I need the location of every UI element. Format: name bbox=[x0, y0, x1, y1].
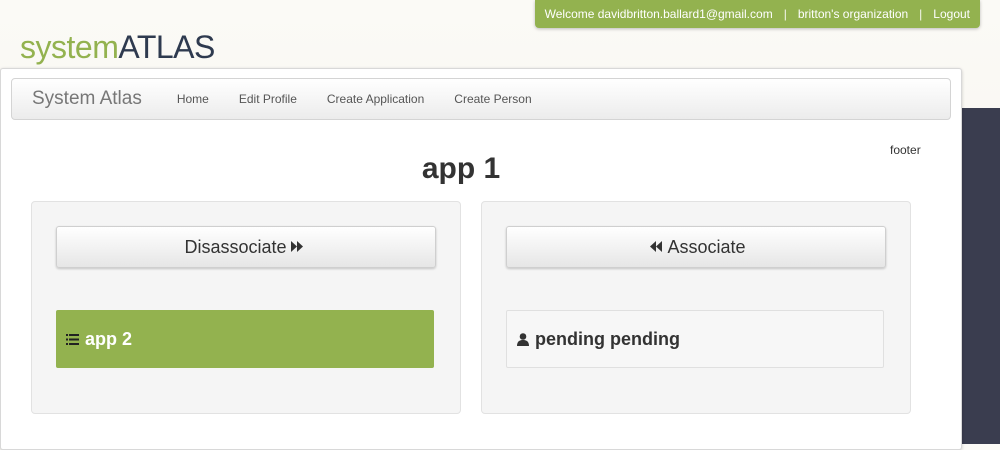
list-icon bbox=[66, 333, 79, 345]
list-item-label: app 2 bbox=[85, 328, 133, 349]
nav-home[interactable]: Home bbox=[177, 92, 209, 106]
available-column: Associate pending pending bbox=[481, 201, 911, 414]
disassociate-label: Disassociate bbox=[184, 236, 287, 257]
list-item-label: pending pending bbox=[535, 328, 680, 349]
nav-create-person[interactable]: Create Person bbox=[454, 92, 531, 106]
navbar: System Atlas Home Edit Profile Create Ap… bbox=[11, 78, 951, 120]
associated-column: Disassociate app 2 bbox=[31, 201, 461, 414]
user-bar: Welcome davidbritton.ballard1@gmail.com … bbox=[534, 0, 980, 28]
nav-create-application[interactable]: Create Application bbox=[327, 92, 424, 106]
navbar-brand[interactable]: System Atlas bbox=[32, 88, 142, 110]
fast-backward-icon bbox=[650, 241, 663, 255]
logout-link[interactable]: Logout bbox=[933, 7, 970, 21]
organization-link[interactable]: britton's organization bbox=[798, 7, 908, 21]
main-panel: System Atlas Home Edit Profile Create Ap… bbox=[0, 68, 962, 450]
separator: | bbox=[783, 7, 787, 21]
nav-edit-profile[interactable]: Edit Profile bbox=[239, 92, 297, 106]
welcome-text: Welcome davidbritton.ballard1@gmail.com bbox=[544, 7, 773, 21]
fast-forward-icon bbox=[290, 241, 304, 255]
logo[interactable]: systemATLAS bbox=[20, 31, 215, 63]
associate-label: Associate bbox=[667, 236, 746, 257]
associate-button[interactable]: Associate bbox=[506, 226, 886, 268]
user-icon bbox=[517, 332, 529, 346]
side-background-band bbox=[960, 108, 1000, 444]
page-title: app 1 bbox=[421, 152, 501, 185]
disassociate-button[interactable]: Disassociate bbox=[56, 226, 436, 268]
list-item-person[interactable]: pending pending bbox=[506, 310, 884, 368]
logo-part-atlas: ATLAS bbox=[118, 29, 215, 65]
logo-part-system: system bbox=[20, 29, 119, 65]
separator: | bbox=[919, 7, 923, 21]
list-item-app[interactable]: app 2 bbox=[56, 310, 434, 368]
